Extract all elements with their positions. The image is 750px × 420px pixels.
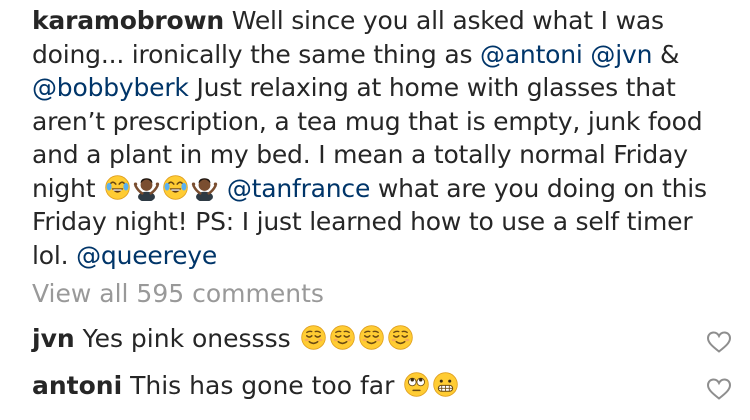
person-shrugging-icon	[191, 177, 218, 201]
caption-text	[219, 174, 227, 203]
person-shrugging-icon	[133, 177, 160, 201]
comment-username[interactable]: jvn	[32, 324, 75, 353]
mention-link[interactable]: @jvn	[590, 40, 652, 69]
comment-username[interactable]: antoni	[32, 371, 122, 400]
relieved-face-icon	[387, 325, 413, 350]
heart-icon[interactable]	[706, 377, 732, 401]
face-with-tears-of-joy-icon	[105, 174, 130, 200]
relieved-face-icon	[329, 325, 355, 350]
grimacing-face-icon	[433, 372, 459, 397]
comment-row: antoni This has gone too far	[32, 369, 732, 409]
relieved-face-icon	[300, 325, 326, 350]
comment-row: jvn Yes pink onessss	[32, 322, 732, 362]
caption-username[interactable]: karamobrown	[32, 6, 224, 35]
post-caption: karamobrown Well since you all asked wha…	[32, 4, 722, 272]
face-with-tears-of-joy-icon	[163, 174, 188, 200]
view-all-comments-link[interactable]: View all 595 comments	[32, 278, 324, 310]
caption-text: &	[652, 39, 680, 69]
relieved-face-icon	[358, 325, 384, 350]
heart-icon[interactable]	[706, 330, 732, 354]
mention-link[interactable]: @tanfrance	[227, 174, 371, 203]
mention-link[interactable]: @queereye	[76, 241, 217, 270]
comment-text: This has gone too far	[122, 371, 403, 400]
face-with-rolling-eyes-icon	[404, 372, 430, 397]
mention-link[interactable]: @antoni	[480, 40, 583, 69]
mention-link[interactable]: @bobbyberk	[32, 73, 189, 102]
comment-text: Yes pink onessss	[74, 324, 299, 353]
